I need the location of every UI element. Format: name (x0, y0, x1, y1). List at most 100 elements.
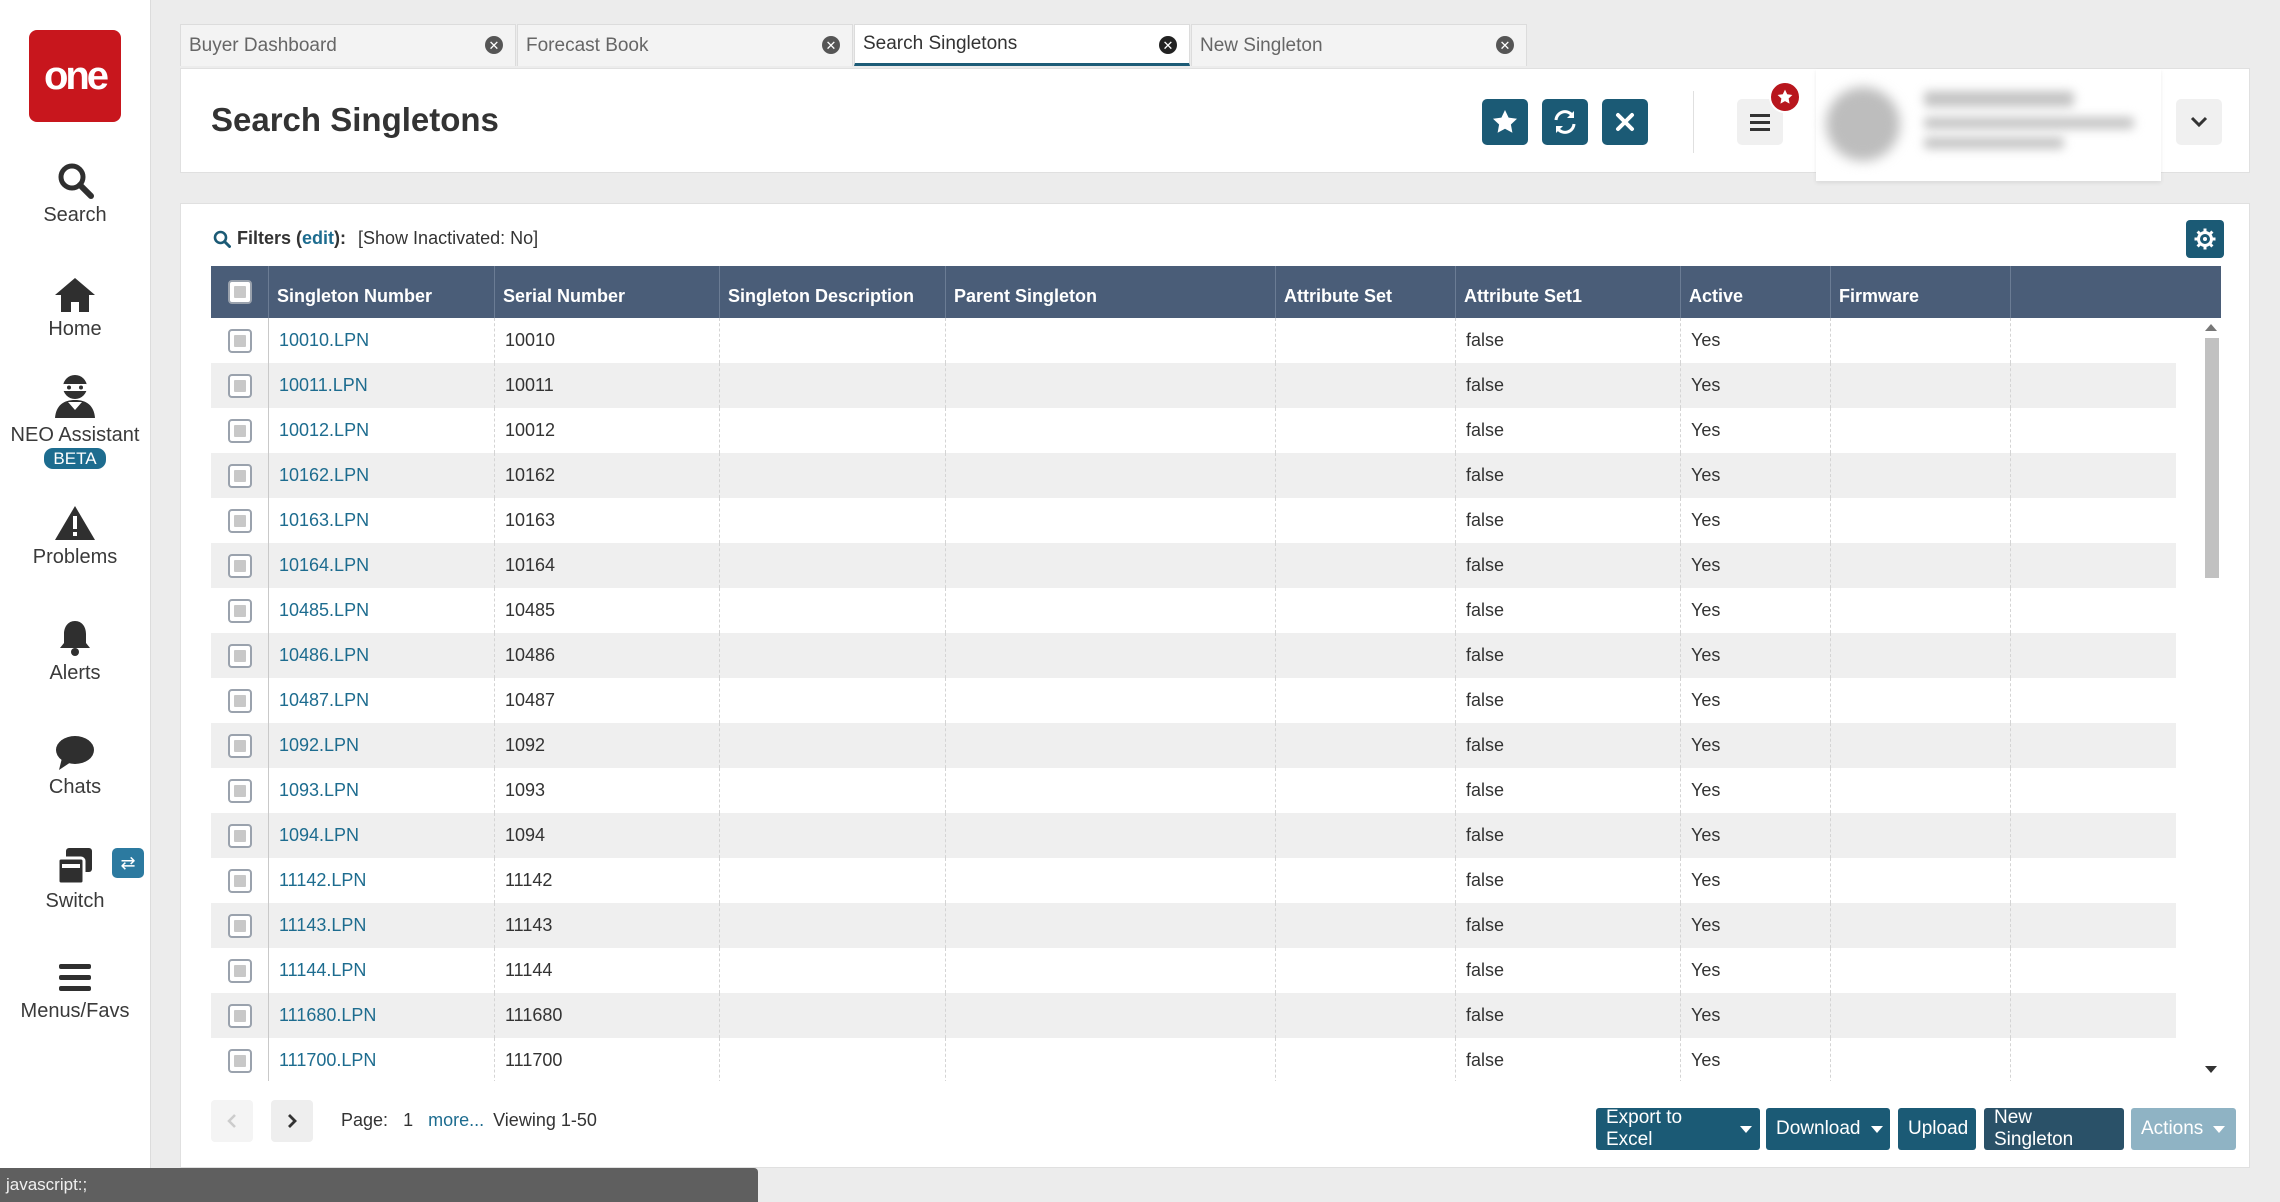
left-navigation: one Search Home NEO Assistant BETA Probl… (0, 0, 151, 1202)
attribute-set1-cell: false (1456, 858, 1681, 903)
close-icon[interactable]: ✕ (485, 36, 503, 54)
favorites-badge[interactable] (1769, 81, 1801, 113)
select-all-checkbox[interactable] (227, 280, 252, 304)
row-checkbox[interactable] (227, 958, 252, 983)
column-singleton-description[interactable]: Singleton Description (720, 266, 946, 318)
download-button[interactable]: Download (1766, 1108, 1890, 1150)
nav-problems[interactable]: Problems (0, 504, 150, 569)
singleton-number-link[interactable]: 10012.LPN (269, 408, 495, 453)
singleton-number-link[interactable]: 11142.LPN (269, 858, 495, 903)
column-serial-number[interactable]: Serial Number (495, 266, 720, 318)
tab-new-singleton[interactable]: New Singleton ✕ (1191, 24, 1527, 66)
row-checkbox[interactable] (227, 598, 252, 623)
row-checkbox[interactable] (227, 823, 252, 848)
row-checkbox[interactable] (227, 643, 252, 668)
user-menu-toggle[interactable] (2176, 99, 2222, 145)
scroll-down-arrow[interactable] (2205, 1066, 2217, 1073)
upload-button[interactable]: Upload (1898, 1108, 1976, 1150)
actions-button[interactable]: Actions (2131, 1108, 2236, 1150)
switch-arrows-icon[interactable]: ⇄ (112, 848, 144, 878)
row-checkbox[interactable] (227, 508, 252, 533)
row-checkbox[interactable] (227, 463, 252, 488)
nav-menus-favs[interactable]: Menus/Favs (0, 960, 150, 1023)
attribute-set1-cell: false (1456, 318, 1681, 363)
scroll-up-arrow[interactable] (2205, 324, 2217, 331)
row-checkbox[interactable] (227, 778, 252, 803)
singleton-number-link[interactable]: 1092.LPN (269, 723, 495, 768)
favorite-button[interactable] (1482, 99, 1528, 145)
user-profile[interactable] (1816, 69, 2161, 181)
singleton-description-cell (720, 903, 946, 948)
new-singleton-button[interactable]: New Singleton (1984, 1107, 2124, 1150)
export-to-excel-button[interactable]: Export to Excel (1596, 1107, 1760, 1150)
row-checkbox[interactable] (227, 373, 252, 398)
singleton-number-link[interactable]: 111700.LPN (269, 1038, 495, 1081)
column-attribute-set[interactable]: Attribute Set (1276, 266, 1456, 318)
grid-settings-button[interactable] (2186, 220, 2224, 258)
attribute-set-cell (1276, 543, 1456, 588)
row-checkbox[interactable] (227, 1048, 252, 1073)
next-page-button[interactable] (271, 1100, 313, 1142)
attribute-set1-cell: false (1456, 903, 1681, 948)
singleton-number-link[interactable]: 10011.LPN (269, 363, 495, 408)
parent-singleton-cell (946, 858, 1276, 903)
singleton-number-link[interactable]: 1093.LPN (269, 768, 495, 813)
star-icon (1777, 89, 1793, 104)
close-icon[interactable]: ✕ (1159, 36, 1177, 54)
serial-number-cell: 1092 (495, 723, 720, 768)
nav-chats[interactable]: Chats (0, 734, 150, 799)
column-parent-singleton[interactable]: Parent Singleton (946, 266, 1276, 318)
parent-singleton-cell (946, 318, 1276, 363)
row-select-cell (211, 678, 269, 723)
prev-page-button[interactable] (211, 1100, 253, 1142)
row-checkbox[interactable] (227, 553, 252, 578)
nav-home[interactable]: Home (0, 276, 150, 341)
tab-buyer-dashboard[interactable]: Buyer Dashboard ✕ (180, 24, 516, 66)
singleton-number-link[interactable]: 10164.LPN (269, 543, 495, 588)
singleton-number-link[interactable]: 10485.LPN (269, 588, 495, 633)
firmware-cell (1831, 858, 2011, 903)
tab-search-singletons[interactable]: Search Singletons ✕ (854, 24, 1190, 66)
attribute-set1-cell: false (1456, 723, 1681, 768)
one-logo[interactable]: one (29, 30, 121, 122)
filters-edit-link[interactable]: edit (302, 228, 334, 249)
upload-label: Upload (1908, 1118, 1969, 1139)
row-checkbox[interactable] (227, 688, 252, 713)
page-label: Page: (341, 1110, 389, 1130)
nav-alerts[interactable]: Alerts (0, 618, 150, 685)
singleton-number-link[interactable]: 10162.LPN (269, 453, 495, 498)
nav-neo-assistant[interactable]: NEO Assistant BETA (0, 372, 150, 470)
singleton-number-link[interactable]: 10486.LPN (269, 633, 495, 678)
singleton-number-link[interactable]: 11144.LPN (269, 948, 495, 993)
column-attribute-set1[interactable]: Attribute Set1 (1456, 266, 1681, 318)
serial-number-cell: 10011 (495, 363, 720, 408)
row-checkbox[interactable] (227, 328, 252, 353)
singleton-number-link[interactable]: 1094.LPN (269, 813, 495, 858)
refresh-button[interactable] (1542, 99, 1588, 145)
scroll-thumb[interactable] (2205, 338, 2219, 578)
singleton-number-link[interactable]: 111680.LPN (269, 993, 495, 1038)
row-checkbox[interactable] (227, 913, 252, 938)
singleton-number-link[interactable]: 11143.LPN (269, 903, 495, 948)
row-checkbox[interactable] (227, 868, 252, 893)
singleton-number-link[interactable]: 10010.LPN (269, 318, 495, 363)
singleton-number-link[interactable]: 10163.LPN (269, 498, 495, 543)
row-checkbox[interactable] (227, 1003, 252, 1028)
close-icon[interactable]: ✕ (822, 36, 840, 54)
nav-home-label: Home (48, 318, 102, 340)
singleton-number-link[interactable]: 10487.LPN (269, 678, 495, 723)
more-pages-link[interactable]: more... (428, 1110, 484, 1130)
row-select-cell (211, 453, 269, 498)
nav-search[interactable]: Search (0, 160, 150, 227)
column-active[interactable]: Active (1681, 266, 1831, 318)
grid-scrollbar[interactable] (2201, 318, 2221, 1081)
close-page-button[interactable] (1602, 99, 1648, 145)
close-icon[interactable]: ✕ (1496, 36, 1514, 54)
caret-down-icon (2213, 1125, 2226, 1133)
row-checkbox[interactable] (227, 418, 252, 443)
column-singleton-number[interactable]: Singleton Number (269, 266, 495, 318)
attribute-set1-cell: false (1456, 363, 1681, 408)
tab-forecast-book[interactable]: Forecast Book ✕ (517, 24, 853, 66)
row-checkbox[interactable] (227, 733, 252, 758)
column-firmware[interactable]: Firmware (1831, 266, 2011, 318)
